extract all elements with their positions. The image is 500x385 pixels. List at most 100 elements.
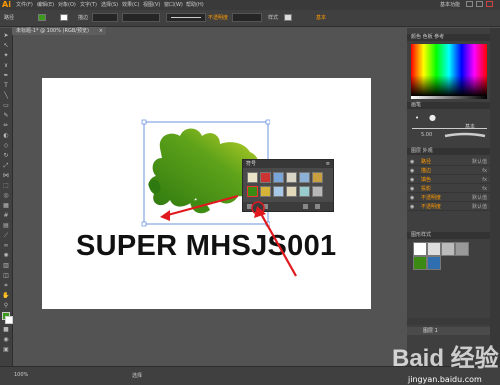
menu-window[interactable]: 窗口(W) [164, 1, 183, 8]
visibility-icon[interactable]: ◉ [410, 185, 414, 193]
free-transform-icon[interactable]: ⬚ [2, 182, 10, 189]
paintbrush-icon[interactable]: ✎ [2, 112, 10, 119]
graphic-style-swatch[interactable] [441, 242, 455, 256]
menu-edit[interactable]: 编辑(E) [37, 1, 54, 8]
symbol-swatch[interactable] [286, 172, 297, 183]
eyedropper-icon[interactable]: ⟋ [2, 232, 10, 239]
symbols-panel-title: 符号 [246, 161, 257, 167]
opacity-label[interactable]: 不透明度 [208, 14, 228, 21]
workspace-switcher[interactable]: 基本功能 [440, 1, 460, 8]
stroke-weight-input[interactable] [92, 13, 118, 22]
color-spectrum[interactable] [411, 44, 487, 96]
draw-mode-icon[interactable]: ◉ [2, 336, 10, 343]
brush-definition-select[interactable] [166, 13, 206, 22]
rotate-icon[interactable]: ↻ [2, 152, 10, 159]
zoom-level[interactable]: 100% [14, 372, 28, 378]
shape-builder-icon[interactable]: ◎ [2, 192, 10, 199]
symbol-swatch[interactable] [299, 172, 310, 183]
visibility-icon[interactable]: ◉ [410, 194, 414, 202]
symbol-swatch[interactable] [312, 186, 323, 197]
blend-icon[interactable]: ∞ [2, 242, 10, 249]
minimize-icon[interactable] [466, 1, 473, 7]
variable-width-select[interactable] [122, 13, 160, 22]
basic-label[interactable]: 基本 [316, 14, 326, 21]
menu-file[interactable]: 文件(F) [16, 1, 33, 8]
slice-tool-icon[interactable]: ⌗ [2, 282, 10, 289]
visibility-icon[interactable]: ◉ [410, 203, 414, 211]
symbols-panel-header[interactable]: 符号 ≡ [243, 160, 333, 168]
line-tool-icon[interactable]: ╲ [2, 92, 10, 99]
visibility-icon[interactable]: ◉ [410, 167, 414, 175]
visibility-icon[interactable]: ◉ [410, 158, 414, 166]
eraser-icon[interactable]: ◇ [2, 142, 10, 149]
menu-select[interactable]: 选择(S) [101, 1, 118, 8]
screen-mode-icon[interactable]: ▣ [2, 346, 10, 353]
type-tool-icon[interactable]: T [2, 82, 10, 89]
column-graph-icon[interactable]: ▥ [2, 262, 10, 269]
symbol-swatch[interactable] [260, 172, 271, 183]
appearance-row[interactable]: ◉ 填色 fx [407, 176, 490, 184]
symbol-swatch[interactable] [273, 172, 284, 183]
close-tab-icon[interactable]: × [99, 27, 103, 35]
graphic-style-swatch[interactable] [427, 256, 441, 270]
delete-symbol-icon[interactable] [315, 204, 320, 209]
appearance-row[interactable]: ◉ 路径 默认值 [407, 158, 490, 166]
artboard-tool-icon[interactable]: ◫ [2, 272, 10, 279]
pen-tool-icon[interactable]: ✒ [2, 72, 10, 79]
gradient-icon[interactable]: ▤ [2, 222, 10, 229]
opacity-input[interactable] [232, 13, 262, 22]
hand-tool-icon[interactable]: ✋ [2, 292, 10, 299]
close-window-icon[interactable] [486, 1, 493, 7]
direct-selection-icon[interactable]: ↖ [2, 42, 10, 49]
layers-panel-tab[interactable] [407, 318, 490, 325]
magic-wand-icon[interactable]: ✦ [2, 52, 10, 59]
menu-view[interactable]: 视图(V) [143, 1, 160, 8]
graphic-style-swatch[interactable] [413, 256, 427, 270]
graphic-style-default[interactable] [413, 242, 427, 256]
annotation-arrows [160, 194, 297, 277]
symbol-sprayer-icon[interactable]: ✺ [2, 252, 10, 259]
brush-dot-icon[interactable]: • [415, 114, 419, 122]
brush-preview-stroke[interactable] [443, 132, 487, 140]
appearance-row[interactable]: ◉ 不透明度 默认值 [407, 194, 490, 202]
visibility-icon[interactable]: ◉ [410, 176, 414, 184]
grayscale-ramp[interactable] [411, 96, 487, 99]
symbol-swatch[interactable] [247, 172, 258, 183]
appearance-row[interactable]: ◉ 不透明度 默认值 [407, 203, 490, 211]
brush-stroke-line[interactable] [412, 128, 487, 129]
blob-brush-icon[interactable]: ◐ [2, 132, 10, 139]
appearance-row[interactable]: ◉ 投影 fx [407, 185, 490, 193]
fill-swatch[interactable] [38, 14, 46, 21]
rectangle-tool-icon[interactable]: ▭ [2, 102, 10, 109]
brushes-panel-tab[interactable]: 画笔 [407, 102, 490, 109]
stroke-color-icon[interactable] [5, 316, 13, 324]
width-tool-icon[interactable]: ⋈ [2, 172, 10, 179]
layers-appearance-tab[interactable]: 图层 外观 [407, 148, 490, 155]
pencil-icon[interactable]: ✏ [2, 122, 10, 129]
mesh-icon[interactable]: # [2, 212, 10, 219]
brush-dot-large-icon[interactable]: ● [429, 113, 436, 122]
selection-tool-icon[interactable]: ➤ [2, 32, 10, 39]
layer-row[interactable]: 图层 1 [407, 327, 490, 335]
maximize-icon[interactable] [476, 1, 483, 7]
zoom-tool-icon[interactable]: ⚲ [2, 302, 10, 309]
graphic-style-swatch[interactable] [427, 242, 441, 256]
panel-menu-icon[interactable]: ≡ [326, 160, 330, 168]
menu-effect[interactable]: 效果(C) [122, 1, 139, 8]
menu-type[interactable]: 文字(T) [80, 1, 97, 8]
menu-object[interactable]: 对象(O) [58, 1, 76, 8]
stroke-swatch[interactable] [60, 14, 68, 21]
graphic-style-swatch[interactable] [284, 14, 292, 21]
menu-help[interactable]: 帮助(H) [186, 1, 204, 8]
perspective-grid-icon[interactable]: ▦ [2, 202, 10, 209]
lasso-icon[interactable]: ɤ [2, 62, 10, 69]
appearance-row[interactable]: ◉ 描边 fx [407, 167, 490, 175]
scale-icon[interactable]: ⤢ [2, 162, 10, 169]
graphic-style-swatch[interactable] [455, 242, 469, 256]
symbol-swatch[interactable] [312, 172, 323, 183]
color-mode-icon[interactable]: ■ [2, 326, 10, 333]
graphic-styles-tab[interactable]: 图形样式 [407, 232, 490, 239]
app-logo: Ai [2, 0, 11, 9]
color-panel-tab[interactable]: 颜色 色板 参考 [407, 34, 490, 41]
document-tab[interactable]: 未标题-1* @ 100% (RGB/预览) × [12, 27, 106, 35]
